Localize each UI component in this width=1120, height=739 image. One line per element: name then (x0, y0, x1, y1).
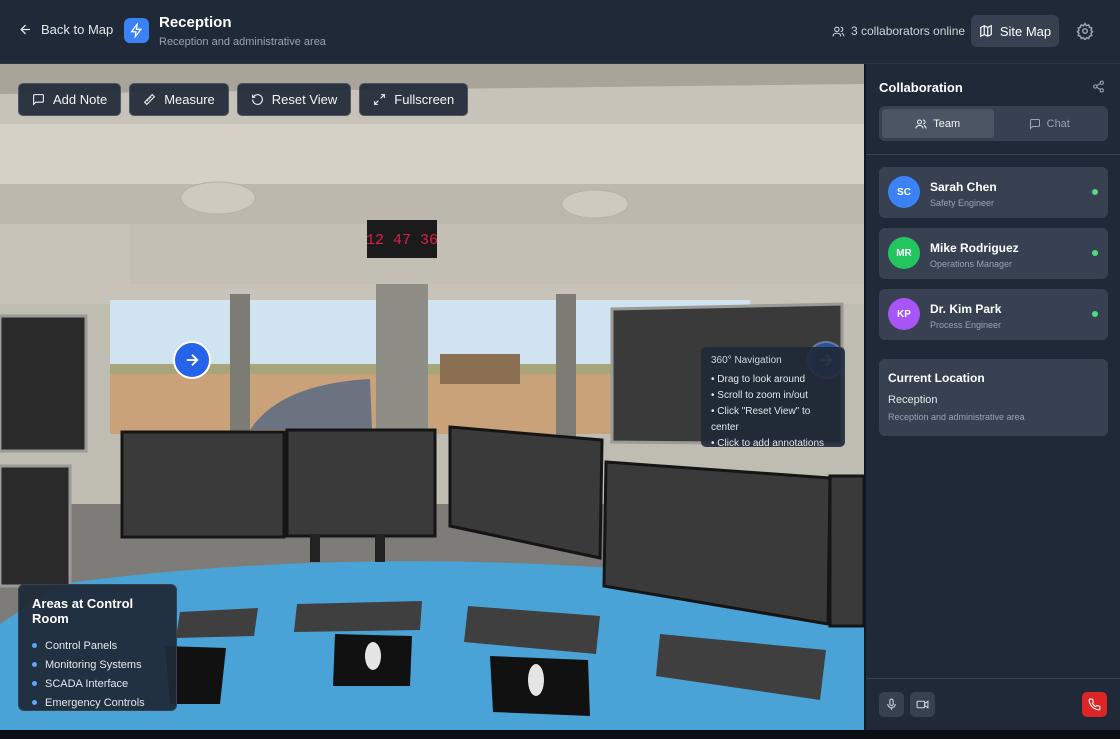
navigation-help-title: 360° Navigation (711, 355, 782, 366)
sidebar-tabs: Team Chat (879, 106, 1108, 141)
bullet-dot-icon (32, 681, 37, 686)
area-item-label: Control Panels (45, 639, 118, 652)
avatar: MR (888, 237, 920, 269)
tab-chat[interactable]: Chat (994, 109, 1106, 138)
member-role: Safety Engineer (930, 198, 995, 208)
arrow-right-icon (186, 354, 199, 366)
back-to-map-button[interactable]: Back to Map (18, 22, 113, 37)
page-title: Reception (159, 14, 232, 31)
measure-button[interactable]: Measure (129, 83, 229, 116)
add-note-button[interactable]: Add Note (18, 83, 122, 116)
video-camera-icon (916, 700, 929, 709)
add-note-label: Add Note (53, 92, 108, 107)
tab-team-label: Team (933, 117, 961, 130)
bullet-dot-icon (32, 700, 37, 705)
avatar: KP (888, 298, 920, 330)
panorama-viewer[interactable]: 12 47 36 Add Note Measure Reset View Ful… (0, 64, 864, 730)
collaborators-status: 3 collaborators online (832, 24, 965, 38)
areas-title: Areas at Control Room (32, 596, 134, 626)
measure-label: Measure (164, 92, 215, 107)
divider (866, 678, 1120, 679)
users-icon (915, 119, 927, 129)
online-status-dot (1092, 311, 1098, 317)
arrow-left-icon (20, 24, 30, 35)
navigation-help-tooltip: 360° Navigation • Drag to look around • … (701, 347, 845, 449)
member-role: Process Engineer (930, 320, 1002, 330)
member-name: Mike Rodriguez (930, 241, 1019, 255)
page-subtitle: Reception and administrative area (159, 36, 326, 48)
users-icon (832, 26, 845, 36)
fullscreen-label: Fullscreen (394, 92, 455, 107)
avatar: SC (888, 176, 920, 208)
current-location-card: Current Location Reception Reception and… (879, 359, 1108, 436)
site-map-button[interactable]: Site Map (971, 15, 1059, 47)
collaborators-count: 3 collaborators online (851, 24, 966, 38)
collaboration-sidebar: Collaboration Team Chat SC Sarah Chen Sa… (865, 64, 1120, 730)
reset-view-label: Reset View (271, 92, 338, 107)
area-item[interactable]: Control Panels (32, 636, 163, 655)
end-call-button[interactable] (1082, 692, 1107, 717)
site-map-label: Site Map (999, 23, 1052, 39)
back-to-map-label: Back to Map (41, 22, 114, 37)
current-location-description: Reception and administrative area (888, 412, 1025, 422)
area-item[interactable]: Monitoring Systems (32, 655, 163, 674)
navigation-hotspot[interactable] (173, 341, 211, 379)
current-location-name: Reception (888, 394, 938, 406)
navigation-help-item: • Click to add annotations (711, 438, 825, 449)
map-icon (980, 24, 992, 38)
team-member-card[interactable]: SC Sarah Chen Safety Engineer (879, 167, 1108, 218)
bottom-edge (0, 730, 1120, 739)
message-square-icon (33, 94, 44, 106)
team-member-card[interactable]: MR Mike Rodriguez Operations Manager (879, 228, 1108, 279)
area-item[interactable]: Emergency Controls (32, 693, 163, 712)
areas-panel: Areas at Control Room Control Panels Mon… (18, 584, 177, 711)
navigation-help-item: • Click "Reset View" to center (711, 406, 811, 433)
area-item-label: Monitoring Systems (45, 658, 142, 671)
fullscreen-button[interactable]: Fullscreen (359, 83, 469, 116)
area-item[interactable]: SCADA Interface (32, 674, 163, 693)
video-button[interactable] (910, 692, 935, 717)
lightning-icon (130, 23, 143, 38)
member-role: Operations Manager (930, 259, 1013, 269)
area-item-label: Emergency Controls (45, 696, 145, 709)
area-item-label: SCADA Interface (45, 677, 129, 690)
microphone-button[interactable] (879, 692, 904, 717)
tab-chat-label: Chat (1046, 117, 1070, 130)
bullet-dot-icon (32, 643, 37, 648)
ruler-icon (144, 93, 156, 106)
current-location-title: Current Location (888, 371, 985, 385)
phone-icon (1088, 698, 1101, 711)
tab-team[interactable]: Team (882, 109, 994, 138)
app-logo (124, 18, 149, 43)
wall-clock-display: 12 47 36 (366, 232, 438, 249)
team-member-card[interactable]: KP Dr. Kim Park Process Engineer (879, 289, 1108, 340)
member-name: Sarah Chen (930, 180, 997, 194)
share-icon[interactable] (1092, 80, 1105, 93)
top-bar: Back to Map Reception Reception and admi… (0, 0, 1120, 64)
microphone-icon (887, 698, 896, 710)
navigation-help-item: • Drag to look around (711, 374, 806, 385)
bullet-dot-icon (32, 662, 37, 667)
maximize-icon (374, 94, 386, 105)
member-name: Dr. Kim Park (930, 302, 1002, 316)
reset-view-button[interactable]: Reset View (236, 83, 352, 116)
rotate-ccw-icon (251, 94, 263, 105)
sidebar-title: Collaboration (879, 80, 963, 95)
online-status-dot (1092, 189, 1098, 195)
viewer-toolbar: Add Note Measure Reset View Fullscreen (18, 83, 469, 116)
divider (866, 154, 1120, 155)
message-square-icon (1029, 118, 1040, 130)
navigation-help-item: • Scroll to zoom in/out (711, 390, 808, 401)
gear-icon[interactable] (1076, 22, 1094, 40)
online-status-dot (1092, 250, 1098, 256)
